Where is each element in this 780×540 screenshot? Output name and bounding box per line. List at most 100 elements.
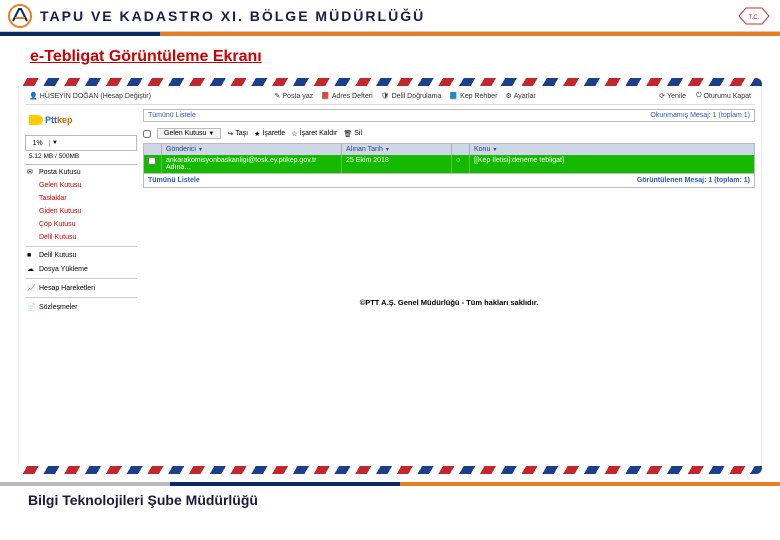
inbox-dropdown-button[interactable]: Gelen Kutusu▼ (157, 128, 221, 139)
mark-label: İşaretle (262, 130, 285, 137)
chevron-down-icon: ▼ (208, 131, 214, 137)
page-header: TAPU VE KADASTRO XI. BÖLGE MÜDÜRLÜĞÜ T.C… (0, 0, 780, 32)
col-subject-label: Konu (474, 146, 490, 153)
book-icon: 📕 (321, 92, 330, 100)
sidebar-divider (25, 297, 137, 298)
view-all-link[interactable]: Tümünü Listele (148, 112, 196, 119)
col-date[interactable]: Alınan Tarih▾ (342, 144, 452, 155)
mail-row[interactable]: ankarakomisyonbaskanligi@tosk.ey.ptikep.… (144, 155, 754, 173)
folder-sent[interactable]: Giden Kutusu (25, 205, 137, 218)
col-date-label: Alınan Tarih (346, 146, 383, 153)
folder-evidence[interactable]: Delil Kutusu (25, 231, 137, 244)
pencil-icon: ✎ (274, 92, 280, 100)
trash-icon: 🗑 (343, 130, 352, 138)
envelope-icon: ✉ (27, 168, 36, 176)
guide-label: Kep Rehber (460, 93, 497, 100)
logout-label: Oturumu Kapat (704, 93, 751, 100)
unmark-button[interactable]: ☆İşaret Kaldır (291, 130, 337, 138)
delete-button[interactable]: 🗑Sil (343, 130, 362, 138)
unmark-label: İşaret Kaldır (300, 130, 338, 137)
box-icon: ■ (27, 252, 36, 259)
compose-label: Posta yaz (282, 93, 313, 100)
col-sender-label: Gönderici (166, 146, 196, 153)
sidebar: Pttkep 1% ▼ 5.12 MB / 500MB ✉Posta Kutus… (25, 109, 137, 314)
star-icon: ★ (254, 130, 260, 138)
refresh-label: Yenile (667, 93, 686, 100)
account-user[interactable]: 👤 HÜSEYİN DOĞAN (Hesap Değiştir) (29, 92, 151, 100)
account-bar: 👤 HÜSEYİN DOĞAN (Hesap Değiştir) ✎Posta … (25, 90, 755, 105)
settings-label: Ayarlar (514, 93, 536, 100)
account-nav: ✎Posta yaz 📕Adres Defteri 🛡Delil Doğrula… (274, 92, 535, 100)
header-accent-bar (0, 32, 780, 36)
col-sender[interactable]: Gönderici▾ (162, 144, 342, 155)
row-checkbox[interactable] (148, 157, 156, 165)
chevron-down-icon: ▼ (50, 140, 58, 146)
quota-percent-select[interactable]: 1% ▼ (25, 135, 137, 151)
address-label: Adres Defteri (332, 93, 373, 100)
folder-mailbox[interactable]: ✉Posta Kutusu (25, 165, 137, 179)
inbox-btn-label: Gelen Kutusu (164, 130, 206, 137)
folder-label: Taslaklar (39, 195, 67, 202)
page-footer-text: Bilgi Teknolojileri Şube Müdürlüğü (0, 486, 780, 508)
grid-header: Gönderici▾ Alınan Tarih▾ Konu▾ (144, 144, 754, 155)
grid-footer-listall[interactable]: Tümünü Listele (148, 177, 200, 184)
account-user-text: HÜSEYİN DOĞAN (Hesap Değiştir) (40, 93, 151, 100)
util-account-activity[interactable]: 📈Hesap Hareketleri (25, 281, 137, 295)
grid-footer: Tümünü Listele Görüntülenen Mesaj: 1 (to… (144, 173, 754, 187)
refresh-link[interactable]: ⟳Yenile (659, 92, 686, 100)
chart-icon: 📈 (27, 284, 36, 292)
quota-text: 5.12 MB / 500MB (25, 151, 137, 165)
mark-button[interactable]: ★İşaretle (254, 130, 285, 138)
col-flag (452, 144, 470, 155)
logout-link[interactable]: ⏻Oturumu Kapat (696, 92, 751, 100)
footer-accent-bar (0, 482, 780, 486)
row-subject: [[Kep İletisi]:deneme tebligat] (470, 155, 754, 173)
util-label: Hesap Hareketleri (39, 285, 95, 292)
folder-inbox[interactable]: Gelen Kutusu (25, 179, 137, 192)
mail-envelope: 👤 HÜSEYİN DOĞAN (Hesap Değiştir) ✎Posta … (18, 78, 762, 474)
delete-label: Sil (354, 130, 362, 137)
move-button[interactable]: ↪Taşı (227, 130, 248, 138)
sort-icon: ▾ (493, 146, 496, 153)
power-icon: ⏻ (696, 92, 702, 100)
guide-link[interactable]: 📘Kep Rehber (449, 92, 497, 100)
quota-percent-value: 1% (26, 140, 50, 147)
refresh-icon: ⟳ (659, 92, 665, 100)
mail-toolbar: Gelen Kutusu▼ ↪Taşı ★İşaretle ☆İşaret Ka… (143, 126, 755, 141)
compose-link[interactable]: ✎Posta yaz (274, 92, 313, 100)
shield-icon: 🛡 (381, 92, 390, 100)
folder-drafts[interactable]: Taslaklar (25, 192, 137, 205)
move-label: Taşı (235, 130, 248, 137)
unread-count-text: Okunmamış Mesaj: 1 (toplam 1) (650, 112, 750, 119)
col-subject[interactable]: Konu▾ (470, 144, 754, 155)
upload-icon: ☁ (27, 265, 36, 273)
row-date: 25 Ekim 2018 (342, 155, 452, 173)
settings-link[interactable]: ⚙Ayarlar (505, 92, 535, 100)
util-upload[interactable]: ☁Dosya Yükleme (25, 262, 137, 276)
star-outline-icon: ☆ (291, 130, 297, 138)
folder-label: Giden Kutusu (39, 208, 81, 215)
sidebar-divider (25, 278, 137, 279)
verify-link[interactable]: 🛡Delil Doğrulama (381, 92, 442, 100)
view-all-bar: Tümünü Listele Okunmamış Mesaj: 1 (topla… (143, 109, 755, 122)
ptt-suffix: kep (57, 115, 73, 125)
sort-icon: ▾ (386, 146, 389, 153)
select-all-checkbox[interactable] (143, 130, 151, 138)
account-right: ⟳Yenile ⏻Oturumu Kapat (659, 92, 751, 100)
row-flag: ○ (452, 155, 470, 173)
mail-main: Tümünü Listele Okunmamış Mesaj: 1 (topla… (143, 109, 755, 314)
util-label: Sözleşmeler (39, 304, 78, 311)
util-evidence-box[interactable]: ■Delil Kutusu (25, 249, 137, 262)
folder-trash[interactable]: Çöp Kutusu (25, 218, 137, 231)
ptt-brand: Ptt (45, 115, 57, 125)
mail-grid: Gönderici▾ Alınan Tarih▾ Konu▾ ankarakom… (143, 143, 755, 188)
address-book-link[interactable]: 📕Adres Defteri (321, 92, 373, 100)
mail-body: 👤 HÜSEYİN DOĞAN (Hesap Değiştir) ✎Posta … (18, 86, 762, 466)
row-sender-email: ankarakomisyonbaskanligi@tosk.ey.ptikep.… (166, 157, 337, 164)
airmail-stripe-bottom-icon (18, 466, 762, 474)
util-contracts[interactable]: 📄Sözleşmeler (25, 300, 137, 314)
header-title: TAPU VE KADASTRO XI. BÖLGE MÜDÜRLÜĞÜ (40, 8, 734, 24)
util-label: Delil Kutusu (39, 252, 76, 259)
row-sender-behalf: Adına… (166, 164, 337, 171)
airmail-stripe-top-icon (18, 78, 762, 86)
